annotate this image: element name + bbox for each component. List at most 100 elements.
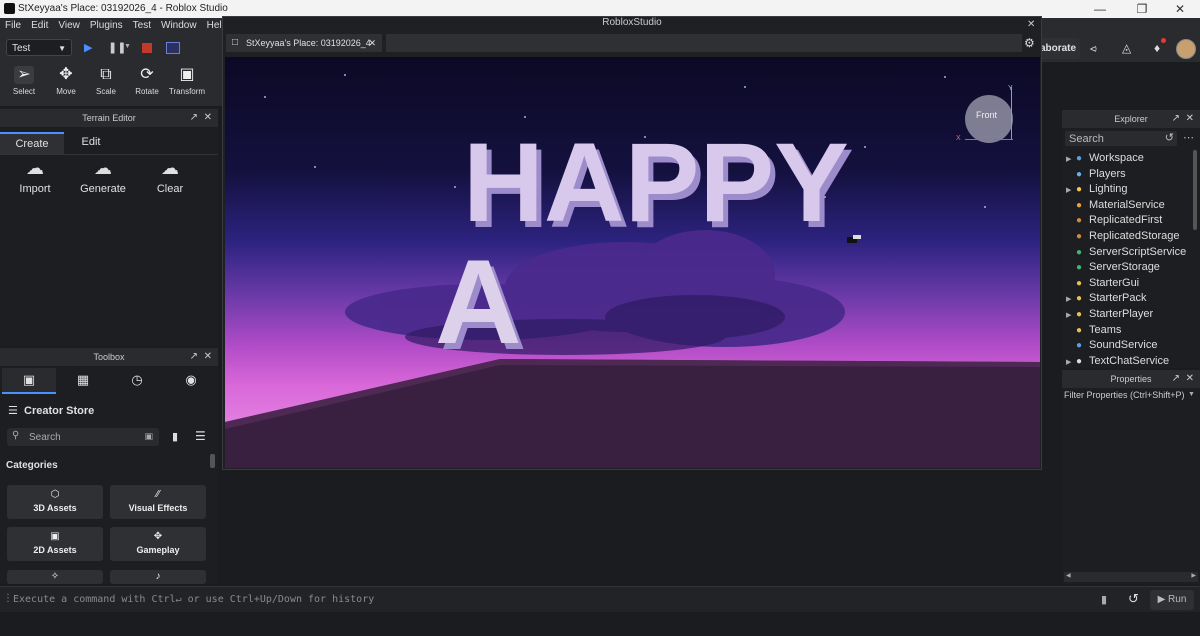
undock-icon[interactable]: ↗ <box>190 112 198 123</box>
gear-icon[interactable]: ⚙ <box>1024 36 1035 50</box>
clear-button[interactable]: ☁ Clear <box>140 158 200 195</box>
close-panel-icon[interactable]: ✕ <box>1186 373 1194 384</box>
tab-marketplace[interactable]: ▣ <box>2 368 56 394</box>
menu-file[interactable]: File <box>0 18 26 33</box>
select-tool[interactable]: ➢ Select <box>4 66 44 96</box>
bookmark-icon[interactable]: ▮ <box>172 430 178 443</box>
scroll-right-icon[interactable]: ▶ <box>1191 572 1196 579</box>
close-panel-icon[interactable]: ✕ <box>204 351 212 362</box>
terrain-editor-header: Terrain Editor ↗ ✕ <box>0 109 218 127</box>
category-gameplay[interactable]: ✥ Gameplay <box>110 527 206 561</box>
category-3d-assets[interactable]: ⬡ 3D Assets <box>7 485 103 519</box>
search-placeholder: Search <box>29 432 61 443</box>
explorer-item-players[interactable]: ● Players <box>1066 168 1126 183</box>
tab-inventory[interactable]: ▦ <box>56 368 110 392</box>
explorer-item-starterpack[interactable]: ▶ ● StarterPack <box>1066 292 1146 307</box>
properties-filter-input[interactable]: Filter Properties (Ctrl+Shift+P) <box>1064 390 1198 404</box>
explorer-search-input[interactable]: Search ↺ <box>1065 131 1177 146</box>
filter-settings-icon[interactable]: ☰ <box>195 429 206 443</box>
category-visual-effects[interactable]: ⁄⁄ Visual Effects <box>110 485 206 519</box>
tab-edit[interactable]: Edit <box>64 132 118 153</box>
collaborate-button[interactable]: aborate <box>1036 38 1080 59</box>
explorer-item-textchatservice[interactable]: ▶ ● TextChatService <box>1066 355 1169 370</box>
command-history-icon[interactable]: ↺ <box>1128 591 1139 607</box>
properties-hscrollbar[interactable]: ◀ ▶ <box>1064 572 1198 582</box>
explorer-item-replicatedstorage[interactable]: ● ReplicatedStorage <box>1066 230 1180 245</box>
filter-dropdown-chevron-icon[interactable]: ▼ <box>1188 391 1195 398</box>
close-window-icon[interactable]: ✕ <box>1160 1 1200 17</box>
explorer-item-soundservice[interactable]: ● SoundService <box>1066 339 1158 354</box>
explorer-item-label: Players <box>1089 167 1126 180</box>
menu-edit[interactable]: Edit <box>26 18 53 33</box>
minimize-icon[interactable]: — <box>1080 1 1120 17</box>
menu-view[interactable]: View <box>53 18 85 33</box>
undock-icon[interactable]: ↗ <box>1172 113 1180 124</box>
transform-tool[interactable]: ▣ Transform <box>167 66 207 96</box>
close-tab-icon[interactable]: ✕ <box>368 34 376 52</box>
import-button[interactable]: ☁ Import <box>5 158 65 195</box>
expand-chevron-icon[interactable]: ▶ <box>1066 295 1076 303</box>
toolbox-scrollbar[interactable] <box>210 454 215 468</box>
run-button[interactable]: ▶ Run <box>1150 590 1194 610</box>
transform-icon: ▣ <box>179 66 195 83</box>
explorer-item-lighting[interactable]: ▶ ● Lighting <box>1066 183 1128 198</box>
menu-window[interactable]: Window <box>156 18 202 33</box>
menu-test[interactable]: Test <box>128 18 156 33</box>
category-2d-assets[interactable]: ▣ 2D Assets <box>7 527 103 561</box>
move-tool[interactable]: ✥ Move <box>46 66 86 96</box>
close-panel-icon[interactable]: ✕ <box>204 112 212 123</box>
3d-viewport[interactable]: HAPPY HAPPY A A Front Y X <box>225 57 1040 468</box>
toolbox-search-input[interactable]: ⚲ Search ▣ <box>7 428 159 446</box>
expand-chevron-icon[interactable]: ▶ <box>1066 358 1076 366</box>
command-input[interactable]: Execute a command with Ctrl↵ or use Ctrl… <box>10 590 1090 610</box>
explorer-scrollbar[interactable] <box>1193 150 1197 230</box>
maximize-icon[interactable]: ❐ <box>1122 1 1162 17</box>
history-icon[interactable]: ↺ <box>1165 131 1174 144</box>
test-mode-dropdown[interactable]: Test ▼ <box>6 39 72 56</box>
creator-store-heading[interactable]: ☰ Creator Store <box>8 404 94 417</box>
scroll-left-icon[interactable]: ◀ <box>1066 572 1071 579</box>
categories-heading: Categories <box>6 460 58 471</box>
expand-chevron-icon[interactable]: ▶ <box>1066 311 1076 319</box>
tab-creations[interactable]: ◉ <box>164 368 218 392</box>
undock-icon[interactable]: ↗ <box>1172 373 1180 384</box>
sound-icon: ● <box>1076 340 1083 352</box>
rotate-tool[interactable]: ⟳ Rotate <box>127 66 167 96</box>
stop-icon[interactable] <box>142 43 152 53</box>
close-panel-icon[interactable]: ✕ <box>1186 113 1194 124</box>
explorer-item-startergui[interactable]: ● StarterGui <box>1066 277 1139 292</box>
tab-create[interactable]: Create <box>0 132 64 155</box>
undock-icon[interactable]: ↗ <box>190 351 198 362</box>
category-partial[interactable]: ✧ <box>7 570 103 584</box>
expand-chevron-icon[interactable]: ▶ <box>1066 155 1076 163</box>
view-cube-gizmo[interactable]: Front <box>965 95 1013 143</box>
play-options-chevron-icon[interactable]: ▼ <box>124 43 131 50</box>
more-options-icon[interactable]: ⋯ <box>1183 131 1194 144</box>
shopping-bag-icon: ▣ <box>22 372 36 387</box>
play-icon[interactable]: ▶ <box>84 41 92 54</box>
tab-recent[interactable]: ◷ <box>110 368 164 392</box>
explorer-item-serverscriptservice[interactable]: ● ServerScriptService <box>1066 246 1186 261</box>
bookmark-command-icon[interactable]: ▮ <box>1101 593 1107 606</box>
image-search-icon[interactable]: ▣ <box>144 431 153 442</box>
explorer-item-materialservice[interactable]: ● MaterialService <box>1066 199 1165 214</box>
scale-tool[interactable]: ⧉ Scale <box>86 66 126 96</box>
team-create-icon[interactable]: ◬ <box>1122 41 1131 55</box>
command-input-placeholder: Execute a command with Ctrl↵ or use Ctrl… <box>13 594 375 605</box>
generate-button[interactable]: ☁ Generate <box>73 158 133 195</box>
explorer-item-workspace[interactable]: ▶ ● Workspace <box>1066 152 1144 167</box>
explorer-item-teams[interactable]: ● Teams <box>1066 324 1121 339</box>
place-tab[interactable]: □ StXeyyaa's Place: 03192026_4 ✕ <box>226 34 382 52</box>
properties-filter-placeholder: Filter Properties (Ctrl+Shift+P) <box>1064 390 1185 400</box>
avatar[interactable] <box>1176 39 1196 59</box>
explorer-item-starterplayer[interactable]: ▶ ● StarterPlayer <box>1066 308 1153 323</box>
explorer-item-serverstorage[interactable]: ● ServerStorage <box>1066 261 1160 276</box>
share-icon[interactable]: ⪦ <box>1090 41 1097 56</box>
menu-plugins[interactable]: Plugins <box>85 18 128 33</box>
expand-chevron-icon[interactable]: ▶ <box>1066 186 1076 194</box>
device-emulator-icon[interactable] <box>166 42 180 54</box>
notifications-bell-icon[interactable]: ♦ <box>1154 41 1160 55</box>
explorer-item-replicatedfirst[interactable]: ● ReplicatedFirst <box>1066 214 1162 229</box>
category-partial-audio[interactable]: ♪ <box>110 570 206 584</box>
close-viewport-window-icon[interactable]: ✕ <box>1027 19 1035 30</box>
